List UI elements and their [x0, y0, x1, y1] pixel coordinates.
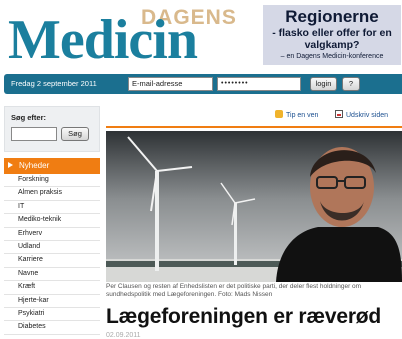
article-photo [106, 131, 402, 282]
search-box: Søg efter: Søg [4, 106, 100, 152]
sidebar-item[interactable]: Kræft [4, 281, 100, 295]
sidebar-item[interactable]: Karriere [4, 254, 100, 268]
tip-friend-link[interactable]: Tip en ven [275, 110, 318, 121]
sidebar-item[interactable]: IT [4, 201, 100, 215]
arrow-right-icon [8, 162, 13, 168]
sidebar-item[interactable]: Hjerte-kar [4, 295, 100, 308]
sidebar-item-label: Nyheder [19, 161, 50, 170]
masthead: DAGENS Medicin Regionerne - flasko eller… [0, 0, 402, 72]
photo-caption: Per Clausen og resten af Enhedslisten er… [106, 283, 362, 298]
orange-divider [106, 126, 402, 128]
print-link[interactable]: Udskriv siden [335, 110, 388, 121]
page: DAGENS Medicin Regionerne - flasko eller… [0, 0, 402, 339]
sidebar-item[interactable]: Mediko-teknik [4, 214, 100, 228]
sidebar-item[interactable]: Psykiatri [4, 308, 100, 322]
article-date: 02.09.2011 [106, 332, 141, 339]
banner-line-2: valgkamp? [304, 39, 360, 51]
print-icon [335, 110, 343, 118]
sidebar-nav: Nyheder Forskning Almen praksis IT Medik… [4, 158, 100, 335]
sidebar-item-nyheder[interactable]: Nyheder [4, 158, 100, 174]
article-tools: Tip en ven Udskriv siden [275, 110, 400, 122]
sidebar-item[interactable]: Almen praksis [4, 187, 100, 201]
conference-banner[interactable]: Regionerne - flasko eller offer for en v… [263, 5, 401, 65]
search-input[interactable] [11, 127, 57, 141]
banner-line-1: - flasko eller offer for en [272, 27, 392, 39]
site-logo[interactable]: DAGENS Medicin [8, 4, 258, 68]
banner-title: Regionerne [285, 7, 379, 26]
sidebar-item[interactable]: Erhverv [4, 228, 100, 241]
sidebar-item[interactable]: Diabetes [4, 321, 100, 335]
password-field[interactable]: •••••••• [217, 77, 301, 91]
tip-friend-label: Tip en ven [286, 112, 319, 119]
logo-main-text: Medicin [8, 9, 198, 71]
email-field[interactable]: E-mail-adresse [128, 77, 213, 91]
help-button[interactable]: ? [342, 77, 360, 91]
banner-footer: – en Dagens Medicin-konference [280, 53, 384, 60]
sidebar-item[interactable]: Udland [4, 241, 100, 255]
login-bar: Fredag 2 september 2011 E-mail-adresse •… [4, 74, 402, 94]
login-button[interactable]: login [310, 77, 337, 91]
article-headline: Lægeforeningen er ræverød [106, 305, 382, 328]
sidebar-item[interactable]: Forskning [4, 174, 100, 188]
search-label: Søg efter: [11, 113, 47, 122]
current-date: Fredag 2 september 2011 [11, 79, 97, 88]
print-label: Udskriv siden [346, 112, 389, 119]
tip-icon [275, 110, 283, 118]
search-button[interactable]: Søg [61, 127, 89, 141]
sidebar-item[interactable]: Navne [4, 268, 100, 282]
